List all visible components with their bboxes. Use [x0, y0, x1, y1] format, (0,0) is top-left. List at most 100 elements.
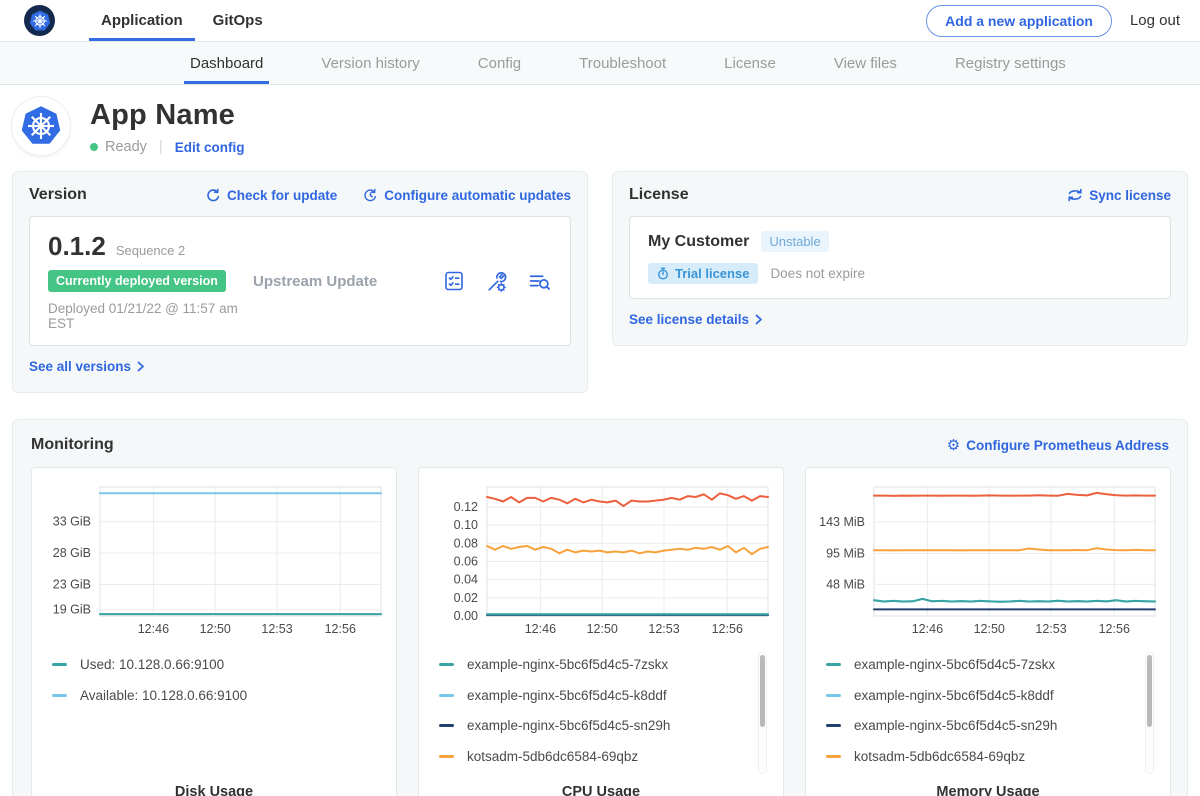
monitoring-section: Monitoring ⚙ Configure Prometheus Addres…: [12, 419, 1188, 796]
legend-label: kotsadm-5db6dc6584-69qbz: [467, 749, 638, 764]
app-subnav: Dashboard Version history Config Trouble…: [0, 42, 1200, 85]
legend-swatch: [52, 694, 67, 697]
sequence-label: Sequence 2: [116, 243, 185, 258]
memory-usage-title: Memory Usage: [806, 784, 1170, 796]
legend-swatch: [826, 755, 841, 758]
license-card: License Sync license My Customer Unstabl…: [612, 171, 1188, 346]
tab-version-history[interactable]: Version history: [319, 42, 421, 84]
svg-text:12:56: 12:56: [1099, 622, 1130, 636]
disk-usage-title: Disk Usage: [32, 784, 396, 796]
legend-scrollbar-thumb[interactable]: [1147, 655, 1152, 727]
legend-label: example-nginx-5bc6f5d4c5-sn29h: [467, 718, 670, 733]
svg-text:12:50: 12:50: [200, 622, 231, 636]
memory-usage-chart-card: 143 MiB 95 MiB 48 MiB 12:46 12:50 12:53 12:56 e…: [805, 467, 1171, 796]
series-line: [874, 599, 1155, 602]
svg-text:0.04: 0.04: [454, 573, 478, 587]
chevron-right-icon: [755, 314, 763, 325]
svg-text:12:53: 12:53: [1035, 622, 1066, 636]
legend-label: example-nginx-5bc6f5d4c5-7zskx: [854, 657, 1055, 672]
config-wrench-icon[interactable]: [484, 269, 509, 294]
legend-swatch: [439, 694, 454, 697]
cpu-usage-legend: example-nginx-5bc6f5d4c5-7zskx example-ng…: [439, 657, 771, 764]
tab-registry-settings[interactable]: Registry settings: [953, 42, 1068, 84]
see-all-versions-link[interactable]: See all versions: [29, 359, 145, 374]
tab-gitops[interactable]: GitOps: [201, 0, 275, 41]
svg-text:143 MiB: 143 MiB: [819, 515, 865, 529]
legend-label: example-nginx-5bc6f5d4c5-k8ddf: [467, 688, 667, 703]
series-line: [487, 493, 768, 506]
svg-text:12:53: 12:53: [648, 622, 679, 636]
tab-license[interactable]: License: [722, 42, 778, 84]
svg-text:19 GiB: 19 GiB: [53, 603, 91, 617]
svg-text:12:46: 12:46: [525, 622, 556, 636]
legend-label: example-nginx-5bc6f5d4c5-sn29h: [854, 718, 1057, 733]
legend-swatch: [439, 663, 454, 666]
sync-icon: [1067, 188, 1083, 202]
edit-config-link[interactable]: Edit config: [175, 140, 245, 155]
status-dot: [90, 143, 98, 151]
legend-label: kotsadm-5db6dc6584-69qbz: [854, 749, 1025, 764]
cpu-usage-chart-card: 0.120.100.080.060.040.020.0012:4612:5012…: [418, 467, 784, 796]
trial-license-badge: Trial license: [648, 263, 758, 284]
add-new-application-button[interactable]: Add a new application: [926, 5, 1112, 37]
tab-application[interactable]: Application: [89, 0, 195, 41]
svg-text:0.12: 0.12: [454, 500, 478, 514]
legend-scrollbar[interactable]: [1145, 652, 1154, 774]
app-kubernetes-icon: [12, 97, 70, 155]
legend-scrollbar[interactable]: [758, 652, 767, 774]
sync-license-link[interactable]: Sync license: [1067, 188, 1171, 203]
disk-usage-chart-card: 33 GiB28 GiB23 GiB19 GiB12:4612:5012:531…: [31, 467, 397, 796]
svg-text:12:46: 12:46: [912, 622, 943, 636]
clock-refresh-icon: [363, 188, 378, 203]
version-card: Version Check for update Configure autom…: [12, 171, 588, 393]
check-for-update-link[interactable]: Check for update: [206, 188, 337, 203]
version-card-title: Version: [29, 186, 87, 204]
preflight-checks-icon[interactable]: [442, 269, 466, 293]
deployed-date: Deployed 01/21/22 @ 11:57 am EST: [48, 301, 253, 331]
divider: |: [159, 139, 163, 155]
disk-usage-plot: 33 GiB28 GiB23 GiB19 GiB12:4612:5012:531…: [38, 480, 386, 636]
svg-text:0.06: 0.06: [454, 554, 478, 568]
svg-text:48 MiB: 48 MiB: [826, 577, 865, 591]
kubernetes-logo-icon: [24, 5, 55, 36]
view-diff-icon[interactable]: [527, 269, 552, 294]
legend-item: kotsadm-5db6dc6584-69qbz: [826, 749, 1158, 764]
series-line: [874, 493, 1155, 496]
legend-label: example-nginx-5bc6f5d4c5-7zskx: [467, 657, 668, 672]
legend-swatch: [826, 724, 841, 727]
tab-view-files[interactable]: View files: [832, 42, 899, 84]
cpu-usage-plot: 0.120.100.080.060.040.020.0012:4612:5012…: [425, 480, 773, 636]
chevron-right-icon: [137, 361, 145, 372]
see-license-details-link[interactable]: See license details: [629, 312, 763, 327]
logout-button[interactable]: Log out: [1130, 12, 1180, 29]
configure-automatic-updates-link[interactable]: Configure automatic updates: [363, 188, 571, 203]
svg-text:28 GiB: 28 GiB: [53, 546, 91, 560]
legend-label: Used: 10.128.0.66:9100: [80, 657, 224, 672]
configure-prometheus-link[interactable]: ⚙ Configure Prometheus Address: [947, 438, 1169, 453]
svg-text:12:53: 12:53: [261, 622, 292, 636]
legend-swatch: [439, 724, 454, 727]
tab-config[interactable]: Config: [476, 42, 523, 84]
svg-text:23 GiB: 23 GiB: [53, 578, 91, 592]
tab-dashboard[interactable]: Dashboard: [188, 42, 265, 84]
svg-text:12:50: 12:50: [974, 622, 1005, 636]
memory-usage-plot: 143 MiB 95 MiB 48 MiB 12:46 12:50 12:53 12:56: [812, 480, 1160, 636]
legend-item: example-nginx-5bc6f5d4c5-k8ddf: [439, 688, 771, 703]
license-card-title: License: [629, 186, 689, 204]
legend-item: example-nginx-5bc6f5d4c5-sn29h: [826, 718, 1158, 733]
legend-swatch: [52, 663, 67, 666]
disk-usage-legend: Used: 10.128.0.66:9100 Available: 10.128.…: [52, 657, 384, 703]
series-line: [874, 548, 1155, 550]
series-line: [487, 546, 768, 554]
current-version-card: 0.1.2 Sequence 2 Currently deployed vers…: [29, 216, 571, 346]
svg-text:33 GiB: 33 GiB: [53, 515, 91, 529]
svg-text:95 MiB: 95 MiB: [826, 546, 865, 560]
legend-swatch: [826, 663, 841, 666]
legend-scrollbar-thumb[interactable]: [760, 655, 765, 727]
page-title: App Name: [90, 99, 244, 132]
license-detail-card: My Customer Unstable Trial license Does …: [629, 216, 1171, 299]
stopwatch-icon: [657, 267, 669, 280]
upstream-update-label: Upstream Update: [253, 273, 442, 290]
legend-item: Available: 10.128.0.66:9100: [52, 688, 384, 703]
tab-troubleshoot[interactable]: Troubleshoot: [577, 42, 668, 84]
